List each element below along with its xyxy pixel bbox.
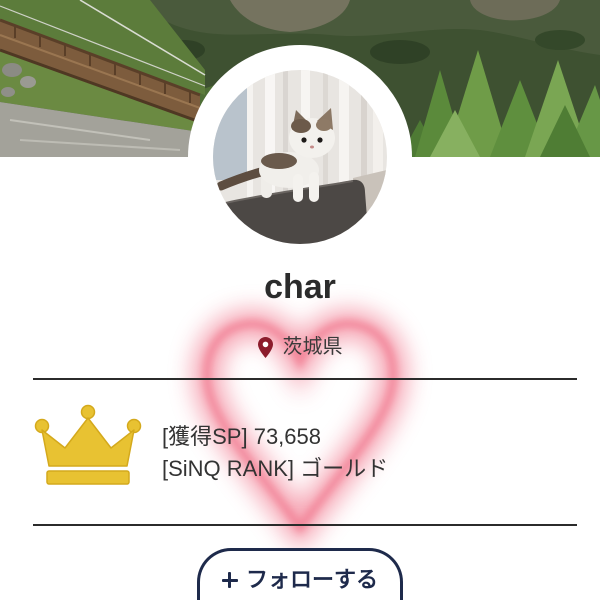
crown-icon [34, 404, 142, 485]
profile-page: { "profile": { "name": "char", "location… [0, 0, 600, 600]
follow-button-label: フォローする [245, 567, 378, 592]
divider-top [33, 378, 577, 380]
stat-value: ゴールド [300, 456, 389, 481]
profile-name: char [264, 268, 336, 306]
stats-list: [獲得SP] 73,658 [SiNQ RANK] ゴールド [162, 421, 388, 485]
stat-row-sp: [獲得SP] 73,658 [162, 421, 388, 453]
location-text: 茨城県 [282, 336, 343, 358]
avatar [213, 70, 387, 244]
stat-value: 73,658 [253, 424, 321, 449]
location-pin-icon [257, 336, 273, 358]
avatar-photo [213, 70, 387, 244]
stat-row-rank: [SiNQ RANK] ゴールド [162, 453, 388, 485]
follow-button[interactable]: フォローする [197, 548, 403, 600]
divider-bottom [33, 524, 577, 526]
stat-label: [獲得SP] [162, 424, 248, 449]
plus-icon [221, 572, 238, 588]
location-row: 茨城県 [0, 334, 600, 360]
stat-label: [SiNQ RANK] [162, 456, 295, 481]
